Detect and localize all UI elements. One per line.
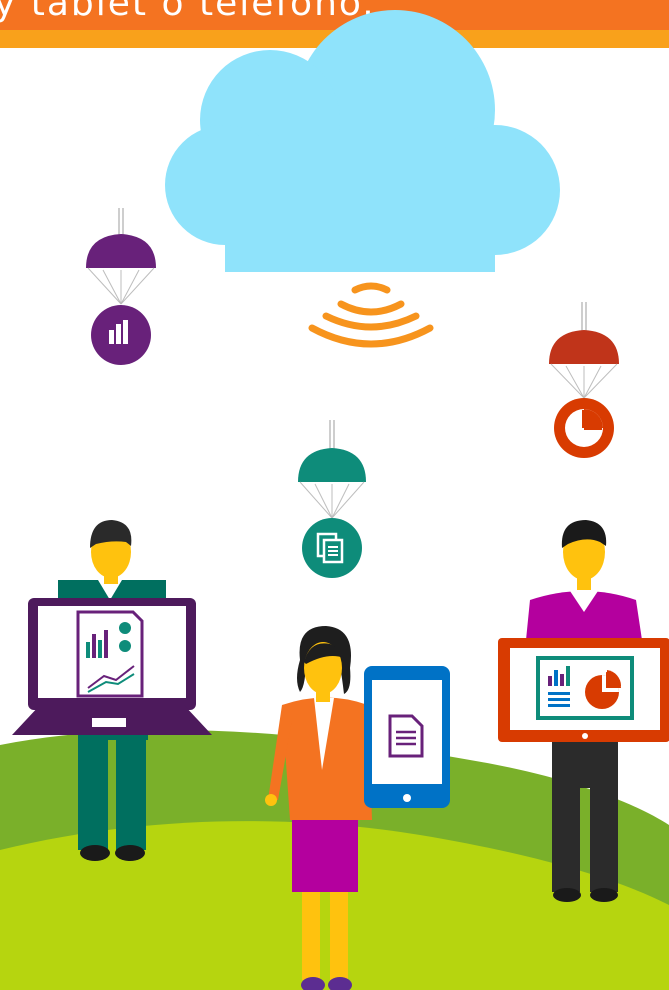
tablet-presentation-icon — [536, 656, 634, 720]
document-icon — [302, 518, 362, 578]
parachute-bar-chart — [86, 208, 156, 365]
illustration: y tablet o teléfono. — [0, 0, 669, 990]
wifi-signal-icon — [308, 282, 434, 348]
laptop-document-icon — [76, 610, 144, 698]
parachute-document — [298, 420, 366, 578]
scene-art — [0, 10, 669, 990]
pie-chart-icon — [554, 398, 614, 458]
parachute-pie-chart — [549, 302, 619, 458]
phone-document-icon — [388, 714, 424, 758]
cloud-icon — [165, 10, 560, 272]
bar-chart-icon — [91, 305, 151, 365]
